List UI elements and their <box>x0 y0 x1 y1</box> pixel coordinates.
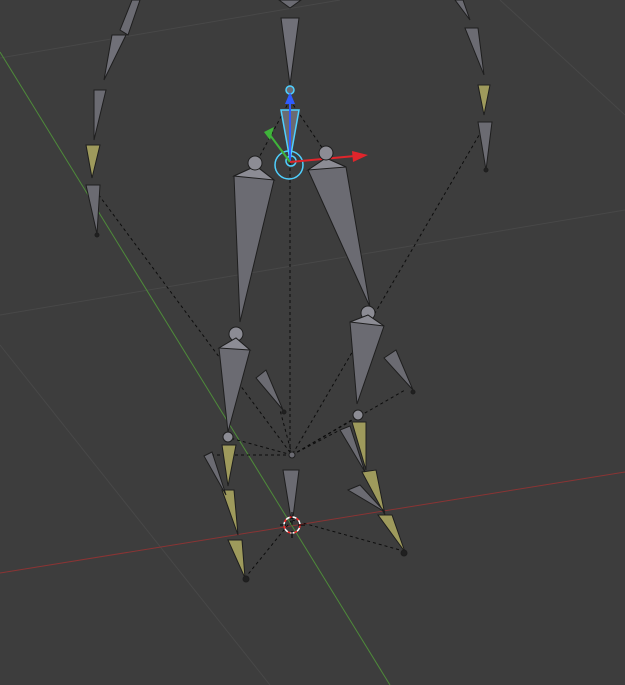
bone-arm-chain-right[interactable] <box>454 0 493 173</box>
bone-thigh-right[interactable] <box>306 145 371 308</box>
x-axis-line <box>0 471 625 574</box>
bone-thigh-left[interactable] <box>232 155 276 323</box>
bone-shin-right[interactable] <box>349 305 385 405</box>
bone-heel-left[interactable] <box>255 369 287 415</box>
bone-heel-right[interactable] <box>383 349 416 395</box>
bone-neck[interactable] <box>278 0 302 86</box>
transform-manipulator[interactable] <box>264 92 368 163</box>
3d-viewport[interactable] <box>0 0 625 685</box>
bone-shin-left[interactable] <box>217 326 252 433</box>
bone-pelvis[interactable] <box>282 451 300 526</box>
bone-foot-right[interactable] <box>339 409 408 557</box>
viewport-scene[interactable] <box>0 0 625 685</box>
